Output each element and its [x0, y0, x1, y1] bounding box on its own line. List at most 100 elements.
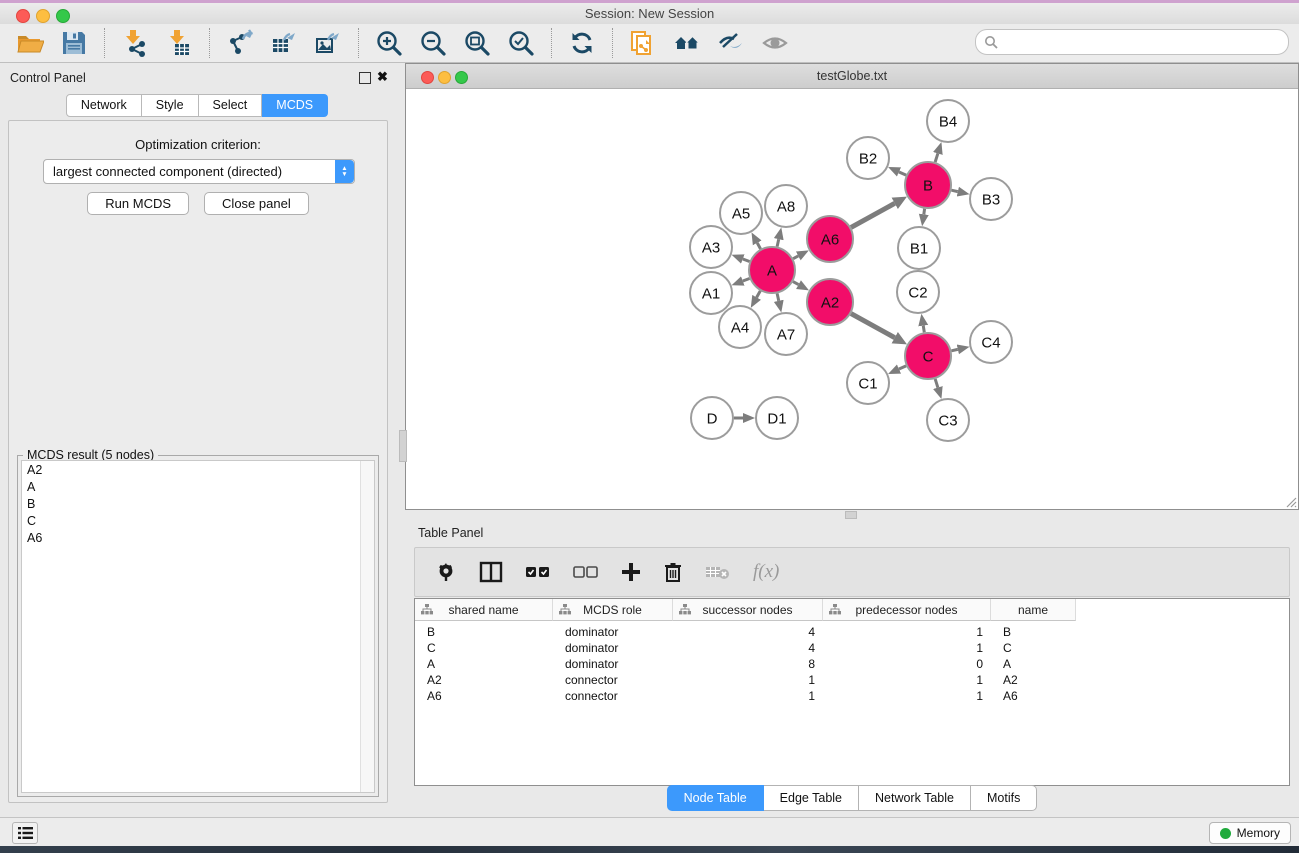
- cell-successor-nodes[interactable]: 8: [673, 656, 823, 672]
- cell-shared-name[interactable]: B: [415, 624, 553, 640]
- node-C1[interactable]: C1: [847, 362, 889, 404]
- node-B2[interactable]: B2: [847, 137, 889, 179]
- cell-name[interactable]: C: [991, 640, 1076, 656]
- cell-name[interactable]: B: [991, 624, 1076, 640]
- edge-A-A4[interactable]: [757, 291, 761, 297]
- edge-A-A1[interactable]: [743, 278, 750, 281]
- node-D[interactable]: D: [691, 397, 733, 439]
- run-mcds-button[interactable]: Run MCDS: [87, 192, 189, 215]
- search-input[interactable]: [998, 34, 1280, 50]
- tab-style[interactable]: Style: [142, 94, 199, 117]
- cell-predecessor-nodes[interactable]: 1: [823, 640, 991, 656]
- clone-network-icon[interactable]: [628, 28, 658, 58]
- edge-A-A3[interactable]: [743, 259, 750, 262]
- node-A4[interactable]: A4: [719, 306, 761, 348]
- cell-MCDS-role[interactable]: connector: [553, 672, 673, 688]
- save-session-icon[interactable]: [59, 28, 89, 58]
- edge-B-B4[interactable]: [935, 153, 938, 162]
- tab-network[interactable]: Network: [66, 94, 142, 117]
- mcds-result-item[interactable]: A6: [22, 529, 374, 546]
- cell-predecessor-nodes[interactable]: 1: [823, 672, 991, 688]
- close-panel-icon[interactable]: ✖: [377, 69, 388, 85]
- column-header-predecessor-nodes[interactable]: predecessor nodes: [823, 599, 991, 621]
- table-row[interactable]: A6connector11A6: [415, 688, 1289, 704]
- tab-motifs[interactable]: Motifs: [971, 785, 1037, 811]
- tab-mcds[interactable]: MCDS: [262, 94, 328, 117]
- import-table-icon[interactable]: [164, 28, 194, 58]
- node-C2[interactable]: C2: [897, 271, 939, 313]
- cell-MCDS-role[interactable]: dominator: [553, 624, 673, 640]
- node-B4[interactable]: B4: [927, 100, 969, 142]
- column-header-MCDS-role[interactable]: MCDS role: [553, 599, 673, 621]
- column-header-shared-name[interactable]: shared name: [415, 599, 553, 621]
- node-B[interactable]: B: [905, 162, 951, 208]
- edge-A-A8[interactable]: [777, 239, 779, 246]
- mcds-result-item[interactable]: B: [22, 495, 374, 512]
- tab-node-table[interactable]: Node Table: [667, 785, 764, 811]
- edge-A-A7[interactable]: [777, 293, 779, 300]
- delete-table-icon[interactable]: [705, 557, 731, 587]
- cell-name[interactable]: A6: [991, 688, 1076, 704]
- cell-predecessor-nodes[interactable]: 1: [823, 624, 991, 640]
- zoom-fit-icon[interactable]: [462, 28, 492, 58]
- table-row[interactable]: A2connector11A2: [415, 672, 1289, 688]
- edge-A-A6[interactable]: [793, 256, 798, 259]
- table-row[interactable]: Adominator80A: [415, 656, 1289, 672]
- node-B3[interactable]: B3: [970, 178, 1012, 220]
- close-panel-button[interactable]: Close panel: [204, 192, 309, 215]
- node-B1[interactable]: B1: [898, 227, 940, 269]
- node-C3[interactable]: C3: [927, 399, 969, 441]
- cell-shared-name[interactable]: A2: [415, 672, 553, 688]
- cell-MCDS-role[interactable]: dominator: [553, 640, 673, 656]
- select-all-icon[interactable]: [525, 557, 551, 587]
- network-canvas[interactable]: B4B2BB3A8A5A6A3B1AA1C2A2A4A7C4CC1DD1C3: [406, 89, 1298, 509]
- node-C[interactable]: C: [905, 333, 951, 379]
- table-row[interactable]: Cdominator41C: [415, 640, 1289, 656]
- cell-name[interactable]: A2: [991, 672, 1076, 688]
- node-A3[interactable]: A3: [690, 226, 732, 268]
- node-A2[interactable]: A2: [807, 279, 853, 325]
- refresh-icon[interactable]: [567, 28, 597, 58]
- edge-A6-B[interactable]: [851, 203, 895, 227]
- zoom-in-icon[interactable]: [374, 28, 404, 58]
- criterion-select[interactable]: largest connected component (directed) ▲…: [43, 159, 355, 184]
- float-panel-icon[interactable]: [359, 72, 371, 84]
- delete-row-icon[interactable]: [663, 557, 683, 587]
- mcds-result-item[interactable]: C: [22, 512, 374, 529]
- edge-B-B1[interactable]: [924, 209, 925, 215]
- node-A5[interactable]: A5: [720, 192, 762, 234]
- column-header-name[interactable]: name: [991, 599, 1076, 621]
- window-resize-grip[interactable]: [1283, 494, 1297, 508]
- first-neighbors-icon[interactable]: [672, 28, 702, 58]
- mcds-result-item[interactable]: A: [22, 478, 374, 495]
- table-settings-icon[interactable]: [435, 557, 457, 587]
- edge-C-C2[interactable]: [923, 326, 924, 333]
- column-header-successor-nodes[interactable]: successor nodes: [673, 599, 823, 621]
- cell-predecessor-nodes[interactable]: 0: [823, 656, 991, 672]
- function-builder-icon[interactable]: f(x): [753, 557, 779, 587]
- edge-C-C3[interactable]: [935, 379, 938, 388]
- node-D1[interactable]: D1: [756, 397, 798, 439]
- open-session-icon[interactable]: [15, 28, 45, 58]
- task-history-button[interactable]: [12, 822, 38, 844]
- tab-select[interactable]: Select: [199, 94, 263, 117]
- edge-C-C1[interactable]: [899, 366, 906, 369]
- edge-C-C4[interactable]: [951, 349, 957, 350]
- split-divider-handle-horizontal[interactable]: [845, 511, 857, 519]
- cell-predecessor-nodes[interactable]: 1: [823, 688, 991, 704]
- cell-MCDS-role[interactable]: dominator: [553, 656, 673, 672]
- cell-shared-name[interactable]: A6: [415, 688, 553, 704]
- columns-icon[interactable]: [479, 557, 503, 587]
- show-graphics-details-icon[interactable]: [760, 28, 790, 58]
- zoom-out-icon[interactable]: [418, 28, 448, 58]
- export-image-icon[interactable]: [313, 28, 343, 58]
- node-A7[interactable]: A7: [765, 313, 807, 355]
- zoom-selected-icon[interactable]: [506, 28, 536, 58]
- node-A[interactable]: A: [749, 247, 795, 293]
- search-field[interactable]: [975, 29, 1289, 55]
- edge-B-B2[interactable]: [899, 172, 906, 175]
- cell-successor-nodes[interactable]: 1: [673, 688, 823, 704]
- add-row-icon[interactable]: [621, 557, 641, 587]
- mcds-result-list[interactable]: A2ABCA6: [21, 460, 375, 793]
- cell-successor-nodes[interactable]: 1: [673, 672, 823, 688]
